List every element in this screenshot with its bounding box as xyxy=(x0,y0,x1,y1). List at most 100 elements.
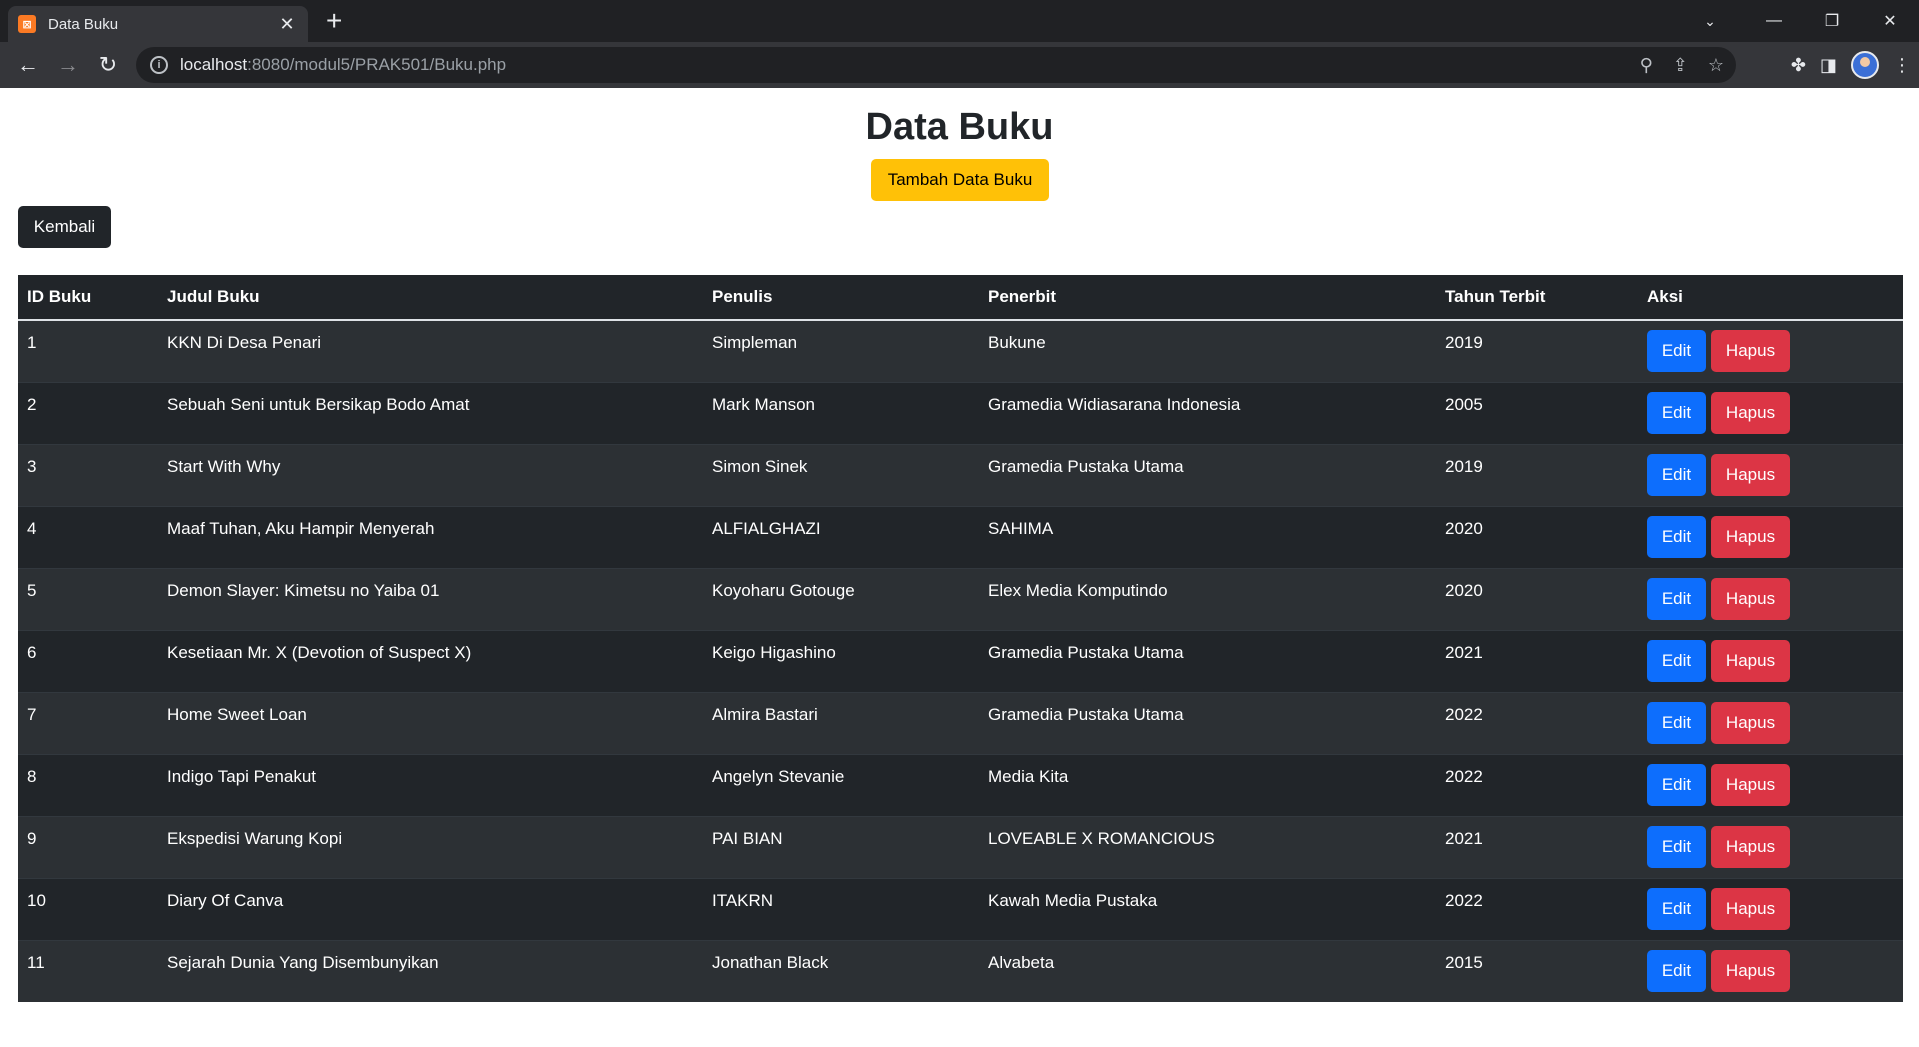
header-penulis: Penulis xyxy=(703,275,979,321)
tab-title: Data Buku xyxy=(48,15,119,33)
table-row: 9 Ekspedisi Warung Kopi PAI BIAN LOVEABLE X… xyxy=(18,815,1903,878)
header-id: ID Buku xyxy=(18,275,158,321)
cell-judul: Start With Why xyxy=(158,443,703,506)
cell-penulis: ALFIALGHAZI xyxy=(703,505,979,568)
table-row: 8 Indigo Tapi Penakut Angelyn Stevanie Medi… xyxy=(18,753,1903,816)
cell-penerbit: Gramedia Pustaka Utama xyxy=(979,443,1436,506)
edit-button[interactable]: Edit xyxy=(1647,330,1706,372)
table-row: 6 Kesetiaan Mr. X (Devotion of Suspect X)… xyxy=(18,629,1903,692)
table-row: 3 Start With Why Simon Sinek Gramedia Pusta… xyxy=(18,443,1903,506)
cell-aksi: Edit Hapus xyxy=(1638,443,1903,506)
address-bar[interactable]: i localhost:8080/modul5/PRAK501/Buku.php… xyxy=(136,47,1736,83)
url-host: localhost xyxy=(180,55,248,74)
cell-id: 6 xyxy=(18,629,158,692)
cell-id: 1 xyxy=(18,319,158,382)
edit-button[interactable]: Edit xyxy=(1647,639,1706,682)
edit-button[interactable]: Edit xyxy=(1647,763,1706,806)
add-book-button[interactable]: Tambah Data Buku xyxy=(871,159,1049,201)
site-info-icon[interactable]: i xyxy=(150,56,168,74)
cell-penerbit: Media Kita xyxy=(979,753,1436,816)
cell-penulis: Almira Bastari xyxy=(703,691,979,754)
tab-close-icon[interactable]: ✕ xyxy=(276,14,298,35)
cell-tahun: 2022 xyxy=(1436,753,1638,816)
cell-penulis: PAI BIAN xyxy=(703,815,979,878)
cell-judul: Indigo Tapi Penakut xyxy=(158,753,703,816)
back-button[interactable]: Kembali xyxy=(18,206,111,248)
cell-id: 7 xyxy=(18,691,158,754)
cell-judul: Sejarah Dunia Yang Disembunyikan xyxy=(158,939,703,1002)
edit-button[interactable]: Edit xyxy=(1647,577,1706,620)
reload-icon[interactable]: ↻ xyxy=(88,45,128,85)
cell-tahun: 2022 xyxy=(1436,877,1638,940)
edit-button[interactable]: Edit xyxy=(1647,391,1706,434)
url-text[interactable]: localhost:8080/modul5/PRAK501/Buku.php xyxy=(180,55,506,75)
new-tab-icon[interactable]: + xyxy=(326,6,342,36)
delete-button[interactable]: Hapus xyxy=(1711,577,1790,620)
table-row: 11 Sejarah Dunia Yang Disembunyikan Jonath… xyxy=(18,939,1903,1002)
forward-arrow-icon[interactable]: → xyxy=(48,45,88,85)
table-body: 1 KKN Di Desa Penari Simpleman Bukune 2019 Ed… xyxy=(18,319,1903,1002)
cell-tahun: 2022 xyxy=(1436,691,1638,754)
edit-button[interactable]: Edit xyxy=(1647,515,1706,558)
side-panel-icon[interactable]: ◨ xyxy=(1820,55,1837,76)
table-row: 1 KKN Di Desa Penari Simpleman Bukune 2019 Ed… xyxy=(18,319,1903,382)
cell-penulis: Keigo Higashino xyxy=(703,629,979,692)
menu-kebab-icon[interactable]: ⋮ xyxy=(1893,55,1911,76)
cell-tahun: 2021 xyxy=(1436,815,1638,878)
delete-button[interactable]: Hapus xyxy=(1711,763,1790,806)
cell-penerbit: SAHIMA xyxy=(979,505,1436,568)
cell-judul: Diary Of Canva xyxy=(158,877,703,940)
cell-penerbit: Gramedia Pustaka Utama xyxy=(979,629,1436,692)
omnibox-actions: ⚲ ⇪ ☆ xyxy=(1640,47,1724,83)
tab-search-icon[interactable]: ⌄ xyxy=(1685,0,1735,42)
extensions-puzzle-icon[interactable]: ✤ xyxy=(1791,55,1806,76)
cell-aksi: Edit Hapus xyxy=(1638,505,1903,568)
table-row: 2 Sebuah Seni untuk Bersikap Bodo Amat Mar… xyxy=(18,381,1903,444)
cell-penerbit: Alvabeta xyxy=(979,939,1436,1002)
header-tahun: Tahun Terbit xyxy=(1436,275,1638,321)
cell-tahun: 2020 xyxy=(1436,567,1638,630)
cell-id: 11 xyxy=(18,939,158,1002)
delete-button[interactable]: Hapus xyxy=(1711,453,1790,496)
cell-penerbit: Elex Media Komputindo xyxy=(979,567,1436,630)
minimize-icon[interactable]: — xyxy=(1745,0,1803,42)
delete-button[interactable]: Hapus xyxy=(1711,391,1790,434)
cell-id: 5 xyxy=(18,567,158,630)
close-window-icon[interactable]: ✕ xyxy=(1861,0,1919,42)
back-arrow-icon[interactable]: ← xyxy=(8,45,48,85)
edit-button[interactable]: Edit xyxy=(1647,887,1706,930)
cell-penulis: Simon Sinek xyxy=(703,443,979,506)
cell-aksi: Edit Hapus xyxy=(1638,691,1903,754)
header-judul: Judul Buku xyxy=(158,275,703,321)
delete-button[interactable]: Hapus xyxy=(1711,701,1790,744)
cell-penerbit: Kawah Media Pustaka xyxy=(979,877,1436,940)
cell-judul: Demon Slayer: Kimetsu no Yaiba 01 xyxy=(158,567,703,630)
delete-button[interactable]: Hapus xyxy=(1711,887,1790,930)
cell-tahun: 2020 xyxy=(1436,505,1638,568)
edit-button[interactable]: Edit xyxy=(1647,453,1706,496)
cell-id: 10 xyxy=(18,877,158,940)
cell-aksi: Edit Hapus xyxy=(1638,629,1903,692)
cell-tahun: 2021 xyxy=(1436,629,1638,692)
toolbar-right: ✤ ◨ ⋮ xyxy=(1791,42,1911,88)
cell-id: 9 xyxy=(18,815,158,878)
cell-judul: Kesetiaan Mr. X (Devotion of Suspect X) xyxy=(158,629,703,692)
page-content: Data Buku Tambah Data Buku Kembali ID Bu… xyxy=(0,88,1919,1047)
delete-button[interactable]: Hapus xyxy=(1711,515,1790,558)
profile-avatar[interactable] xyxy=(1851,51,1879,79)
bookmark-star-icon[interactable]: ☆ xyxy=(1708,55,1724,76)
edit-button[interactable]: Edit xyxy=(1647,825,1706,868)
delete-button[interactable]: Hapus xyxy=(1711,330,1790,372)
cell-penerbit: Gramedia Widiasarana Indonesia xyxy=(979,381,1436,444)
restore-icon[interactable]: ❐ xyxy=(1803,0,1861,42)
zoom-icon[interactable]: ⚲ xyxy=(1640,55,1653,76)
browser-tab[interactable]: ⊠ Data Buku ✕ xyxy=(8,6,308,42)
delete-button[interactable]: Hapus xyxy=(1711,949,1790,992)
cell-penulis: ITAKRN xyxy=(703,877,979,940)
delete-button[interactable]: Hapus xyxy=(1711,825,1790,868)
edit-button[interactable]: Edit xyxy=(1647,949,1706,992)
edit-button[interactable]: Edit xyxy=(1647,701,1706,744)
share-icon[interactable]: ⇪ xyxy=(1673,55,1688,76)
cell-aksi: Edit Hapus xyxy=(1638,877,1903,940)
delete-button[interactable]: Hapus xyxy=(1711,639,1790,682)
